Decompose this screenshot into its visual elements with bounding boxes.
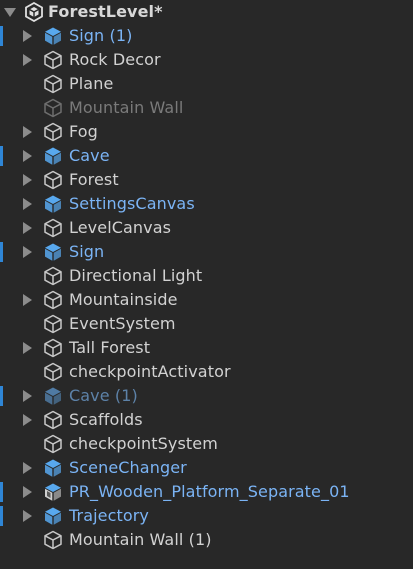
prefab-cube-icon (43, 146, 63, 166)
prefab-override-marker (0, 386, 3, 406)
gameobject-cube-icon (43, 74, 63, 94)
gameobject-cube-icon (43, 530, 63, 550)
gameobject-cube-icon (43, 290, 63, 310)
hierarchy-item[interactable]: Mountain Wall (0, 96, 413, 120)
gameobject-cube-icon (43, 362, 63, 382)
prefab-override-marker (0, 506, 3, 526)
gameobject-cube-icon (43, 170, 63, 190)
hierarchy-item-label: Rock Decor (69, 50, 161, 69)
foldout-arrow-icon[interactable] (23, 174, 32, 186)
foldout-arrow-icon[interactable] (23, 198, 32, 210)
hierarchy-item-label: Mountainside (69, 290, 178, 309)
prefab-cube-icon (43, 194, 63, 214)
foldout-arrow-icon[interactable] (23, 30, 32, 42)
prefab-cube-icon (43, 458, 63, 478)
hierarchy-item-label: Mountain Wall (69, 98, 184, 117)
hierarchy-item[interactable]: EventSystem (0, 312, 413, 336)
hierarchy-item[interactable]: Sign (0, 240, 413, 264)
hierarchy-item-label: Scaffolds (69, 410, 143, 429)
hierarchy-item-label: Fog (69, 122, 98, 141)
hierarchy-item-label: EventSystem (69, 314, 176, 333)
hierarchy-item-label: LevelCanvas (69, 218, 172, 237)
hierarchy-item[interactable]: Fog (0, 120, 413, 144)
hierarchy-item-label: Trajectory (69, 506, 149, 525)
scene-foldout-arrow[interactable] (4, 8, 16, 17)
hierarchy-item[interactable]: SceneChanger (0, 456, 413, 480)
gameobject-cube-icon (43, 434, 63, 454)
gameobject-cube-icon (43, 122, 63, 142)
hierarchy-item-label: checkpointSystem (69, 434, 218, 453)
hierarchy-item[interactable]: Cave (0, 144, 413, 168)
prefab-override-marker (0, 146, 3, 166)
hierarchy-item-label: Cave (1) (69, 386, 138, 405)
hierarchy-item[interactable]: Forest (0, 168, 413, 192)
prefab-override-marker (0, 242, 3, 262)
foldout-arrow-icon[interactable] (23, 294, 32, 306)
foldout-arrow-icon[interactable] (23, 126, 32, 138)
foldout-arrow-icon[interactable] (23, 54, 32, 66)
hierarchy-item-label: Cave (69, 146, 110, 165)
gameobject-cube-icon (43, 410, 63, 430)
hierarchy-item-label: SceneChanger (69, 458, 187, 477)
hierarchy-item[interactable]: PR_Wooden_Platform_Separate_01 (0, 480, 413, 504)
gameobject-cube-icon (43, 98, 63, 118)
gameobject-cube-icon (43, 218, 63, 238)
foldout-arrow-icon[interactable] (23, 486, 32, 498)
hierarchy-item[interactable]: Trajectory (0, 504, 413, 528)
prefab-cube-icon (43, 386, 63, 406)
hierarchy-item[interactable]: Tall Forest (0, 336, 413, 360)
hierarchy-item-label: Sign (69, 242, 105, 261)
scene-header-row[interactable]: ForestLevel* (0, 0, 413, 24)
hierarchy-item-label: SettingsCanvas (69, 194, 195, 213)
hierarchy-item[interactable]: checkpointSystem (0, 432, 413, 456)
foldout-arrow-icon[interactable] (23, 246, 32, 258)
hierarchy-item[interactable]: Cave (1) (0, 384, 413, 408)
foldout-arrow-icon[interactable] (23, 462, 32, 474)
hierarchy-item[interactable]: Scaffolds (0, 408, 413, 432)
hierarchy-item[interactable]: checkpointActivator (0, 360, 413, 384)
hierarchy-item-label: Forest (69, 170, 119, 189)
hierarchy-item[interactable]: Directional Light (0, 264, 413, 288)
prefab-cube-icon (43, 26, 63, 46)
foldout-arrow-icon[interactable] (23, 510, 32, 522)
hierarchy-item-label: Plane (69, 74, 114, 93)
hierarchy-item[interactable]: Sign (1) (0, 24, 413, 48)
foldout-arrow-icon[interactable] (23, 414, 32, 426)
gameobject-cube-icon (43, 338, 63, 358)
unity-logo-icon (24, 2, 44, 22)
prefab-cube-icon (43, 242, 63, 262)
gameobject-cube-icon (43, 314, 63, 334)
gameobject-cube-icon (43, 50, 63, 70)
hierarchy-item[interactable]: Plane (0, 72, 413, 96)
scene-title: ForestLevel* (48, 2, 163, 21)
hierarchy-panel: ForestLevel* Sign (1) Rock Decor Plane Moun… (0, 0, 413, 569)
hierarchy-item[interactable]: LevelCanvas (0, 216, 413, 240)
hierarchy-item-label: PR_Wooden_Platform_Separate_01 (69, 482, 350, 501)
foldout-arrow-icon[interactable] (23, 390, 32, 402)
hierarchy-item[interactable]: Mountain Wall (1) (0, 528, 413, 552)
foldout-arrow-icon[interactable] (23, 222, 32, 234)
prefab-cube-icon (43, 506, 63, 526)
hierarchy-item-label: Mountain Wall (1) (69, 530, 212, 549)
gameobject-cube-icon (43, 266, 63, 286)
hierarchy-item-label: Directional Light (69, 266, 203, 285)
prefab-override-marker (0, 26, 3, 46)
prefab-override-marker (0, 482, 3, 502)
foldout-arrow-icon[interactable] (23, 150, 32, 162)
foldout-arrow-icon[interactable] (23, 342, 32, 354)
hierarchy-item[interactable]: Mountainside (0, 288, 413, 312)
hierarchy-item[interactable]: SettingsCanvas (0, 192, 413, 216)
hierarchy-item-label: checkpointActivator (69, 362, 231, 381)
model-prefab-icon (43, 482, 63, 502)
hierarchy-item-label: Sign (1) (69, 26, 133, 45)
hierarchy-item[interactable]: Rock Decor (0, 48, 413, 72)
hierarchy-item-label: Tall Forest (69, 338, 151, 357)
